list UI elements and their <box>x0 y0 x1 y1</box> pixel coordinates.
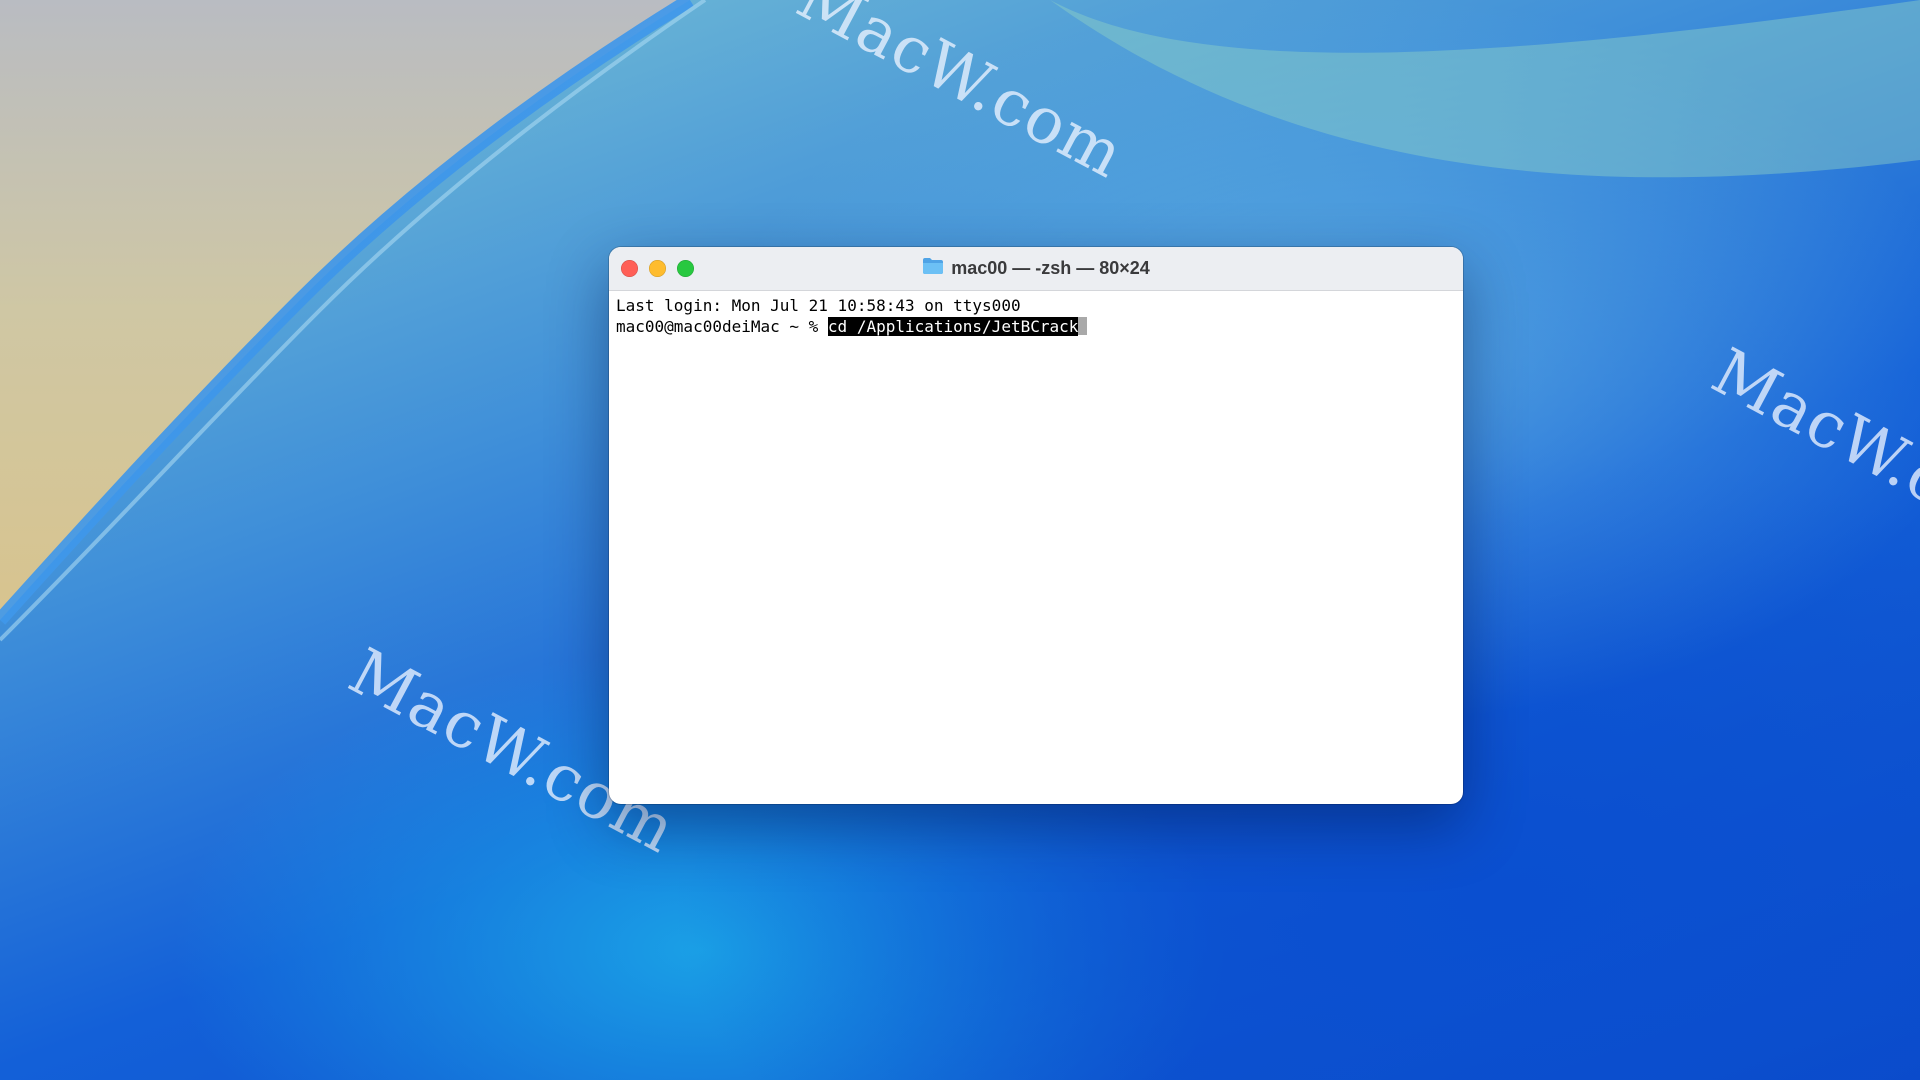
terminal-output[interactable]: Last login: Mon Jul 21 10:58:43 on ttys0… <box>609 291 1463 341</box>
text-cursor <box>1078 317 1088 335</box>
window-title-group: mac00 — -zsh — 80×24 <box>922 257 1150 280</box>
minimize-button[interactable] <box>649 260 666 277</box>
window-titlebar[interactable]: mac00 — -zsh — 80×24 <box>609 247 1463 291</box>
zoom-button[interactable] <box>677 260 694 277</box>
prompt-line: mac00@mac00deiMac ~ % cd /Applications/J… <box>616 316 1456 337</box>
folder-icon <box>922 257 944 280</box>
selected-command-text[interactable]: cd /Applications/JetBCrack <box>827 317 1079 336</box>
window-title: mac00 — -zsh — 80×24 <box>951 258 1150 278</box>
terminal-window[interactable]: mac00 — -zsh — 80×24 Last login: Mon Jul… <box>609 247 1463 804</box>
last-login-line: Last login: Mon Jul 21 10:58:43 on ttys0… <box>616 296 1021 315</box>
shell-prompt: mac00@mac00deiMac ~ % <box>616 317 828 336</box>
window-controls <box>621 260 694 277</box>
close-button[interactable] <box>621 260 638 277</box>
